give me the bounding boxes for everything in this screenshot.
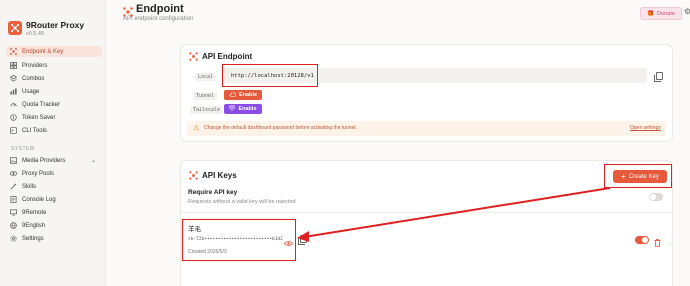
gear-icon xyxy=(8,235,18,242)
sidebar-item-label: Token Saver xyxy=(22,114,56,121)
bar-chart-icon xyxy=(8,88,18,95)
tailscale-enable-button[interactable]: Enable xyxy=(224,104,262,114)
sidebar-item-label: Console Log xyxy=(22,196,56,203)
endpoint-icon xyxy=(8,48,18,55)
copy-key-icon[interactable] xyxy=(298,235,307,245)
keys-divider xyxy=(181,212,672,213)
key-name: 羊毛 xyxy=(188,226,201,233)
sidebar: 9Router Proxy v0.5.45 Endpoint & Key Pro… xyxy=(0,0,106,286)
local-url-text[interactable]: http://localhost:20128/v1 xyxy=(231,73,314,79)
require-api-key-title: Require API key xyxy=(188,189,238,196)
gift-icon: 🎁 xyxy=(647,10,655,17)
tailscale-label: Tailscale xyxy=(190,106,224,114)
warning-icon: ⚠ xyxy=(193,125,200,132)
language-icon xyxy=(8,222,18,229)
key-enabled-toggle[interactable] xyxy=(635,236,649,244)
sidebar-item-console-log[interactable]: Console Log xyxy=(6,194,102,205)
tunnel-enable-button[interactable]: Enable xyxy=(224,90,262,100)
create-key-button[interactable]: + Create Key xyxy=(613,170,667,183)
sidebar-item-label: Endpoint & Key xyxy=(22,48,64,55)
sidebar-item-combos[interactable]: Combos xyxy=(6,73,102,84)
app-title: 9Router Proxy xyxy=(26,20,85,30)
sidebar-item-quota-tracker[interactable]: Quota Tracker xyxy=(6,99,102,110)
sidebar-item-providers[interactable]: Providers xyxy=(6,60,102,71)
endpoint-section-icon xyxy=(189,52,198,61)
page-subtitle: API endpoint configuration xyxy=(123,16,194,22)
delete-key-icon[interactable] xyxy=(654,234,661,252)
sidebar-item-label: 9Remote xyxy=(22,209,47,216)
cloud-icon xyxy=(229,91,237,99)
app-logo-icon xyxy=(8,21,22,35)
sidebar-item-cli-tools[interactable]: CLI Tools xyxy=(6,125,102,136)
create-key-label: Create Key xyxy=(628,173,659,180)
sidebar-item-label: CLI Tools xyxy=(22,127,47,134)
coin-icon xyxy=(8,114,18,121)
sidebar-item-label: Usage xyxy=(22,88,40,95)
sidebar-item-label: Proxy Pools xyxy=(22,170,55,177)
page-title: Endpoint xyxy=(136,3,184,15)
api-endpoint-title-text: API Endpoint xyxy=(202,52,253,61)
terminal-icon xyxy=(8,127,18,134)
sidebar-item-9remote[interactable]: 9Remote xyxy=(6,207,102,218)
api-endpoint-title: API Endpoint xyxy=(189,52,252,61)
sidebar-item-label: 9English xyxy=(22,222,46,229)
require-api-key-desc: Requests without a valid key will be rej… xyxy=(188,199,296,205)
sidebar-item-endpoint-key[interactable]: Endpoint & Key xyxy=(6,46,102,57)
local-label: Local xyxy=(195,73,217,81)
grid-icon xyxy=(8,62,18,69)
api-keys-card xyxy=(180,160,673,286)
donate-label: Donate xyxy=(657,10,675,17)
tailscale-icon xyxy=(229,105,236,113)
image-icon xyxy=(8,157,18,164)
remote-icon xyxy=(8,209,18,216)
tunnel-label: Tunnel xyxy=(193,92,218,100)
sidebar-item-proxy-pools[interactable]: Proxy Pools xyxy=(6,168,102,179)
donate-button[interactable]: 🎁 Donate xyxy=(640,7,682,20)
section-label-system: SYSTEM xyxy=(11,146,35,152)
sidebar-item-label: Combos xyxy=(22,75,45,82)
api-keys-title: API Keys xyxy=(189,171,237,180)
sidebar-item-label: Providers xyxy=(22,62,48,69)
key-masked-value: sk-72b•••••••••••••••••••••••••b1d2 xyxy=(188,237,283,242)
sidebar-item-label: Skills xyxy=(22,183,37,190)
pool-icon xyxy=(8,170,18,177)
tailscale-enable-label: Enable xyxy=(238,106,257,112)
sidebar-item-usage[interactable]: Usage xyxy=(6,86,102,97)
console-icon xyxy=(8,196,18,203)
sidebar-item-media-providers[interactable]: Media Providers ⌄ xyxy=(6,155,102,166)
gauge-icon xyxy=(8,101,18,108)
sidebar-item-label: Settings xyxy=(22,235,44,242)
settings-corner-icon[interactable]: ⚙ xyxy=(684,7,690,16)
eye-icon[interactable] xyxy=(284,234,293,252)
chevron-down-icon[interactable]: ⌄ xyxy=(91,157,96,164)
sidebar-item-skills[interactable]: Skills xyxy=(6,181,102,192)
sidebar-item-label: Quota Tracker xyxy=(22,101,61,108)
app-version: v0.5.45 xyxy=(26,31,45,37)
key-created-date: Created 2026/5/3 xyxy=(188,249,227,255)
wand-icon xyxy=(8,183,18,190)
copy-url-icon[interactable] xyxy=(654,72,663,82)
sidebar-item-settings[interactable]: Settings xyxy=(6,233,102,244)
sidebar-item-label: Media Providers xyxy=(22,157,66,164)
api-keys-title-text: API Keys xyxy=(202,171,237,180)
tunnel-enable-label: Enable xyxy=(238,92,258,98)
require-api-key-toggle[interactable] xyxy=(649,193,663,201)
plus-icon: + xyxy=(621,171,626,181)
sidebar-item-9english[interactable]: 9English xyxy=(6,220,102,231)
sidebar-item-token-saver[interactable]: Token Saver xyxy=(6,112,102,123)
open-settings-link[interactable]: Open settings xyxy=(630,125,661,131)
layers-icon xyxy=(8,75,18,82)
warning-text: Change the default dashboard password be… xyxy=(204,125,357,131)
key-section-icon xyxy=(189,171,198,180)
